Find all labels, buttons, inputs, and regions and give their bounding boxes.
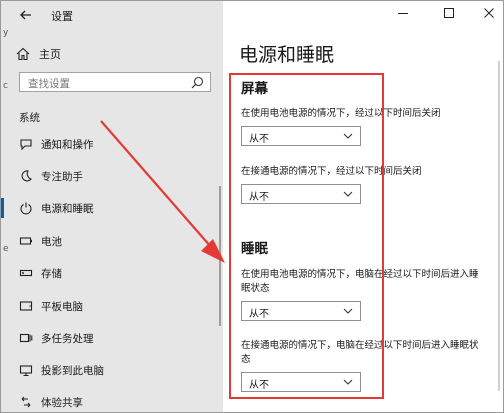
home-label: 主页 bbox=[39, 48, 61, 61]
sidebar-item-notifications[interactable]: 通知和操作 bbox=[1, 134, 223, 154]
edge-mark: y bbox=[3, 28, 9, 38]
sidebar-item-label: 投影到此电脑 bbox=[41, 364, 104, 377]
sidebar-item-project[interactable]: 投影到此电脑 bbox=[1, 360, 223, 380]
storage-icon bbox=[19, 266, 33, 280]
search-input[interactable]: 查找设置 bbox=[19, 72, 211, 92]
close-icon bbox=[484, 8, 494, 18]
sidebar-item-power-sleep[interactable]: 电源和睡眠 bbox=[1, 198, 223, 218]
sidebar-item-label: 平板电脑 bbox=[41, 300, 83, 313]
minimize-icon bbox=[398, 13, 408, 14]
settings-window: 设置 y c e 主页 查找设置 系统 通知和操作 专注助手 电源和睡眠 电池 … bbox=[0, 0, 504, 413]
sidebar: 设置 y c e 主页 查找设置 系统 通知和操作 专注助手 电源和睡眠 电池 … bbox=[1, 1, 223, 412]
back-arrow-icon bbox=[20, 10, 31, 20]
sidebar-item-label: 多任务处理 bbox=[41, 332, 94, 345]
maximize-button[interactable] bbox=[439, 5, 459, 21]
sidebar-item-focus-assist[interactable]: 专注助手 bbox=[1, 166, 223, 186]
sidebar-item-battery[interactable]: 电池 bbox=[1, 231, 223, 251]
selection-indicator bbox=[1, 198, 4, 218]
sidebar-item-label: 电源和睡眠 bbox=[41, 202, 94, 215]
back-button[interactable] bbox=[17, 6, 35, 24]
notification-icon bbox=[19, 137, 33, 151]
window-title: 设置 bbox=[51, 10, 73, 23]
share-icon bbox=[19, 395, 33, 409]
maximize-icon bbox=[444, 8, 454, 18]
content-scrollbar[interactable] bbox=[498, 61, 500, 391]
sidebar-scrollbar[interactable] bbox=[219, 186, 221, 326]
power-icon bbox=[19, 201, 33, 215]
search-icon bbox=[191, 76, 204, 89]
tablet-icon bbox=[19, 299, 33, 313]
search-placeholder: 查找设置 bbox=[28, 78, 70, 90]
sidebar-item-label: 电池 bbox=[41, 235, 62, 248]
sidebar-item-label: 专注助手 bbox=[41, 170, 83, 183]
sidebar-item-shared-experiences[interactable]: 体验共享 bbox=[1, 392, 223, 412]
home-nav-item[interactable]: 主页 bbox=[15, 45, 61, 63]
sidebar-item-multitasking[interactable]: 多任务处理 bbox=[1, 328, 223, 348]
page-title: 电源和睡眠 bbox=[239, 44, 335, 66]
sidebar-item-storage[interactable]: 存储 bbox=[1, 263, 223, 283]
minimize-button[interactable] bbox=[393, 5, 413, 21]
battery-icon bbox=[19, 234, 33, 248]
title-bar: 设置 bbox=[1, 1, 223, 29]
edge-mark: c bbox=[3, 81, 8, 91]
sidebar-item-label: 体验共享 bbox=[41, 396, 83, 409]
sidebar-item-tablet[interactable]: 平板电脑 bbox=[1, 296, 223, 316]
sidebar-item-label: 通知和操作 bbox=[41, 138, 94, 151]
moon-icon bbox=[19, 169, 33, 183]
project-icon bbox=[19, 363, 33, 377]
close-button[interactable] bbox=[479, 5, 499, 21]
highlight-box bbox=[229, 73, 384, 399]
sidebar-item-label: 存储 bbox=[41, 267, 62, 280]
multitask-icon bbox=[19, 331, 33, 345]
section-label-system: 系统 bbox=[19, 112, 40, 124]
home-icon bbox=[15, 46, 31, 62]
